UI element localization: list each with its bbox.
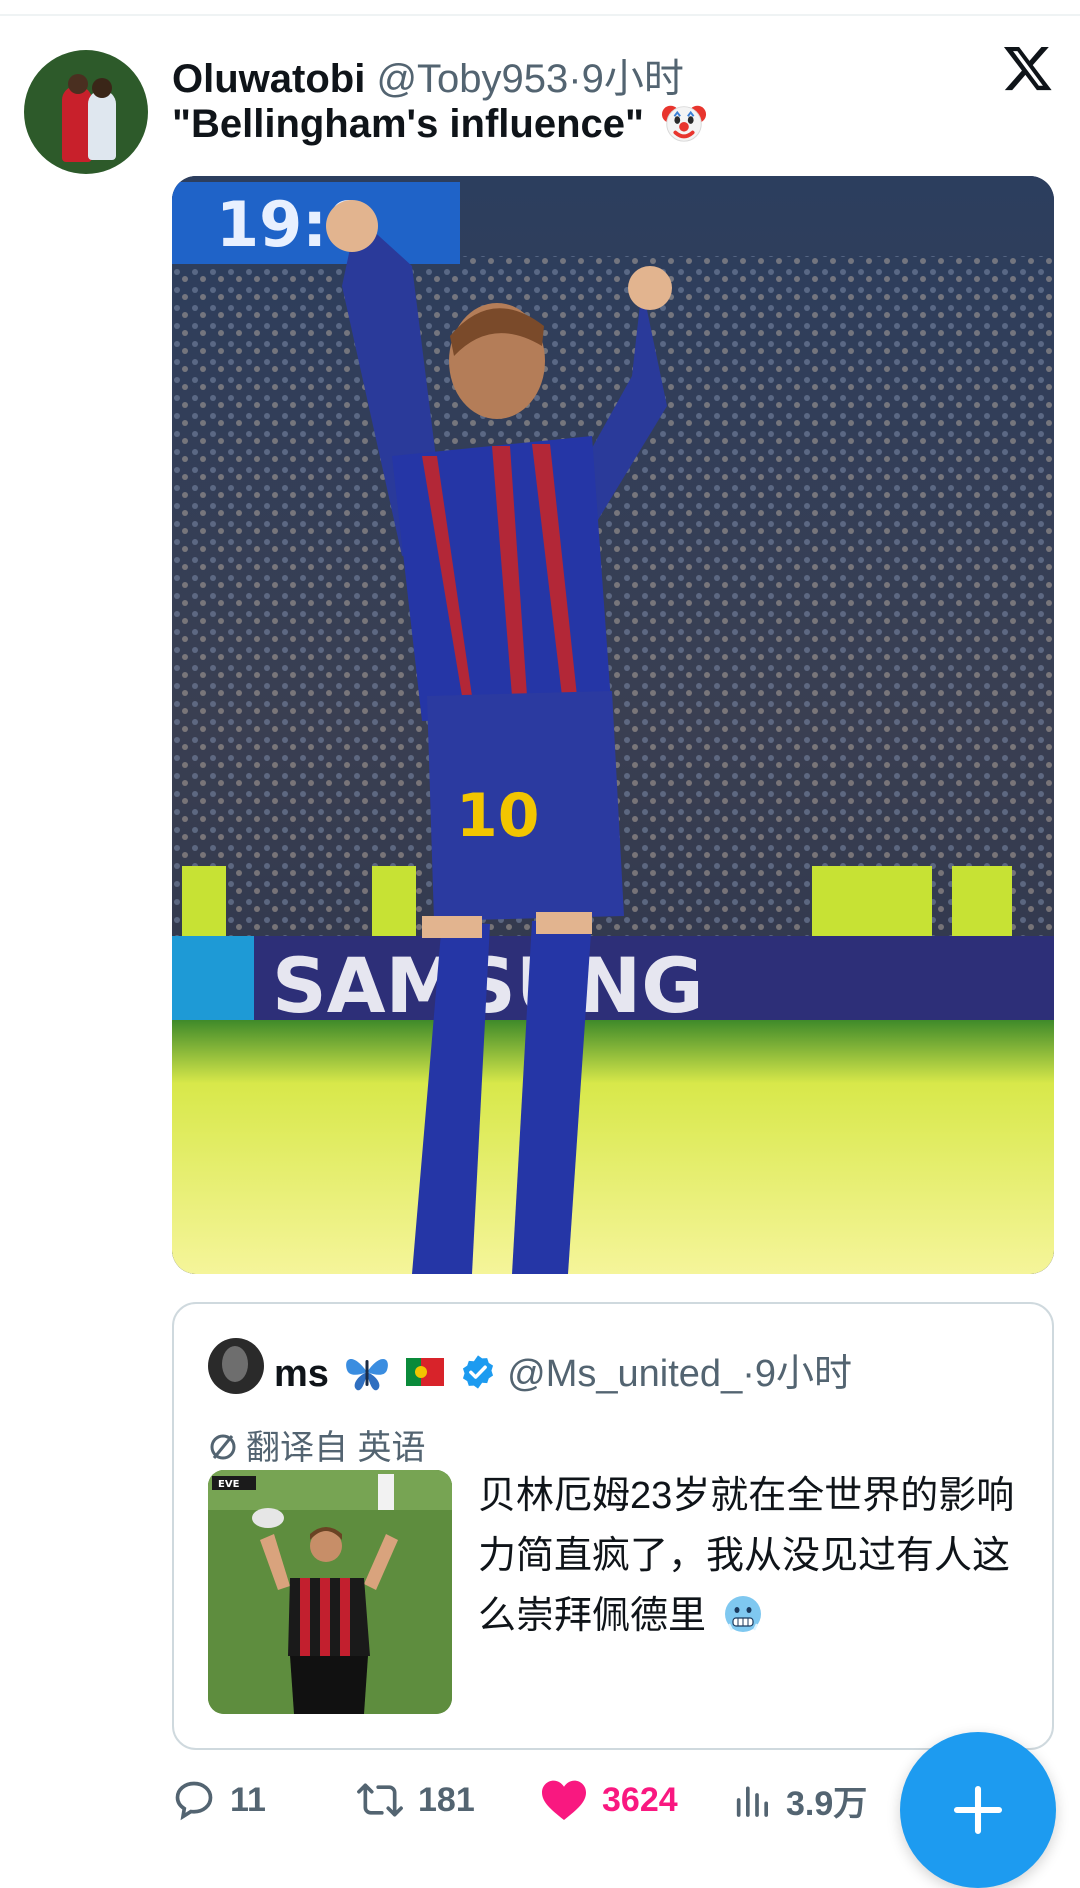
quoted-author-handle[interactable]: @Ms_united_ — [507, 1353, 742, 1395]
author-handle[interactable]: @Toby953 — [376, 57, 568, 101]
quoted-author-name[interactable]: ms — [274, 1353, 329, 1395]
separator-dot: · — [568, 57, 582, 101]
like-count: 3624 — [602, 1780, 678, 1819]
quoted-tweet-thumbnail[interactable]: EVE — [208, 1470, 452, 1714]
quoted-author-avatar[interactable] — [208, 1338, 264, 1394]
retweet-icon — [357, 1783, 403, 1817]
football-celebration-image: 19:0 SAMSUNG 10 — [172, 176, 1054, 1274]
quoted-tweet-timestamp[interactable]: 9小时 — [755, 1353, 852, 1395]
thumbnail-score-badge: EVE — [218, 1479, 240, 1490]
translated-label[interactable]: 翻译自 英语 — [208, 1420, 425, 1469]
tweet-timestamp[interactable]: 9小时 — [582, 57, 684, 101]
reply-button[interactable]: 11 — [172, 1770, 266, 1830]
verified-badge-icon — [462, 1355, 493, 1389]
x-logo-icon — [1003, 46, 1052, 91]
portugal-flag-emoji-icon — [406, 1357, 445, 1386]
view-count: 3.9万 — [786, 1784, 868, 1823]
tweet-text: "Bellingham's influence" — [172, 102, 707, 149]
avatar-figure — [92, 78, 112, 98]
views-button[interactable]: 3.9万 — [732, 1770, 867, 1830]
avatar-figure — [88, 90, 116, 160]
tweet-header: Oluwatobi @Toby953·9小时 — [172, 46, 684, 104]
quoted-tweet-header: ms @Ms_united_·9小时 — [274, 1342, 852, 1397]
retweet-count: 181 — [418, 1780, 475, 1819]
plus-icon — [953, 1785, 1003, 1835]
shirt-number: 10 — [456, 781, 540, 851]
separator-dot: · — [742, 1353, 755, 1395]
tweet-text-content: "Bellingham's influence" — [172, 102, 644, 146]
reply-icon — [175, 1781, 213, 1821]
clown-face-emoji-icon — [662, 106, 707, 143]
compose-button[interactable] — [900, 1732, 1056, 1888]
top-divider — [0, 14, 1080, 16]
like-button[interactable]: 3624 — [540, 1770, 678, 1830]
butterfly-emoji-icon — [346, 1358, 389, 1391]
football-player-thumbnail-image: EVE — [208, 1470, 452, 1714]
author-display-name[interactable]: Oluwatobi — [172, 57, 365, 101]
reply-count: 11 — [230, 1780, 266, 1819]
views-icon — [736, 1786, 768, 1817]
avatar-figure — [68, 74, 88, 94]
retweet-button[interactable]: 181 — [356, 1770, 475, 1830]
translated-label-text: 翻译自 英语 — [246, 1429, 426, 1467]
tweet-photo[interactable]: 19:0 SAMSUNG 10 — [172, 176, 1054, 1274]
translate-icon — [210, 1434, 236, 1460]
quoted-tweet-card[interactable]: ms @Ms_united_·9小时 翻译自 英语 EVE 贝林厄姆23岁就在全… — [172, 1302, 1054, 1750]
heart-filled-icon — [542, 1780, 586, 1820]
quoted-tweet-text: 贝林厄姆23岁就在全世界的影响力简直疯了，我从没见过有人这么崇拜佩德里 — [478, 1466, 1038, 1646]
cold-face-emoji-icon — [724, 1595, 761, 1632]
author-avatar[interactable] — [24, 50, 148, 174]
